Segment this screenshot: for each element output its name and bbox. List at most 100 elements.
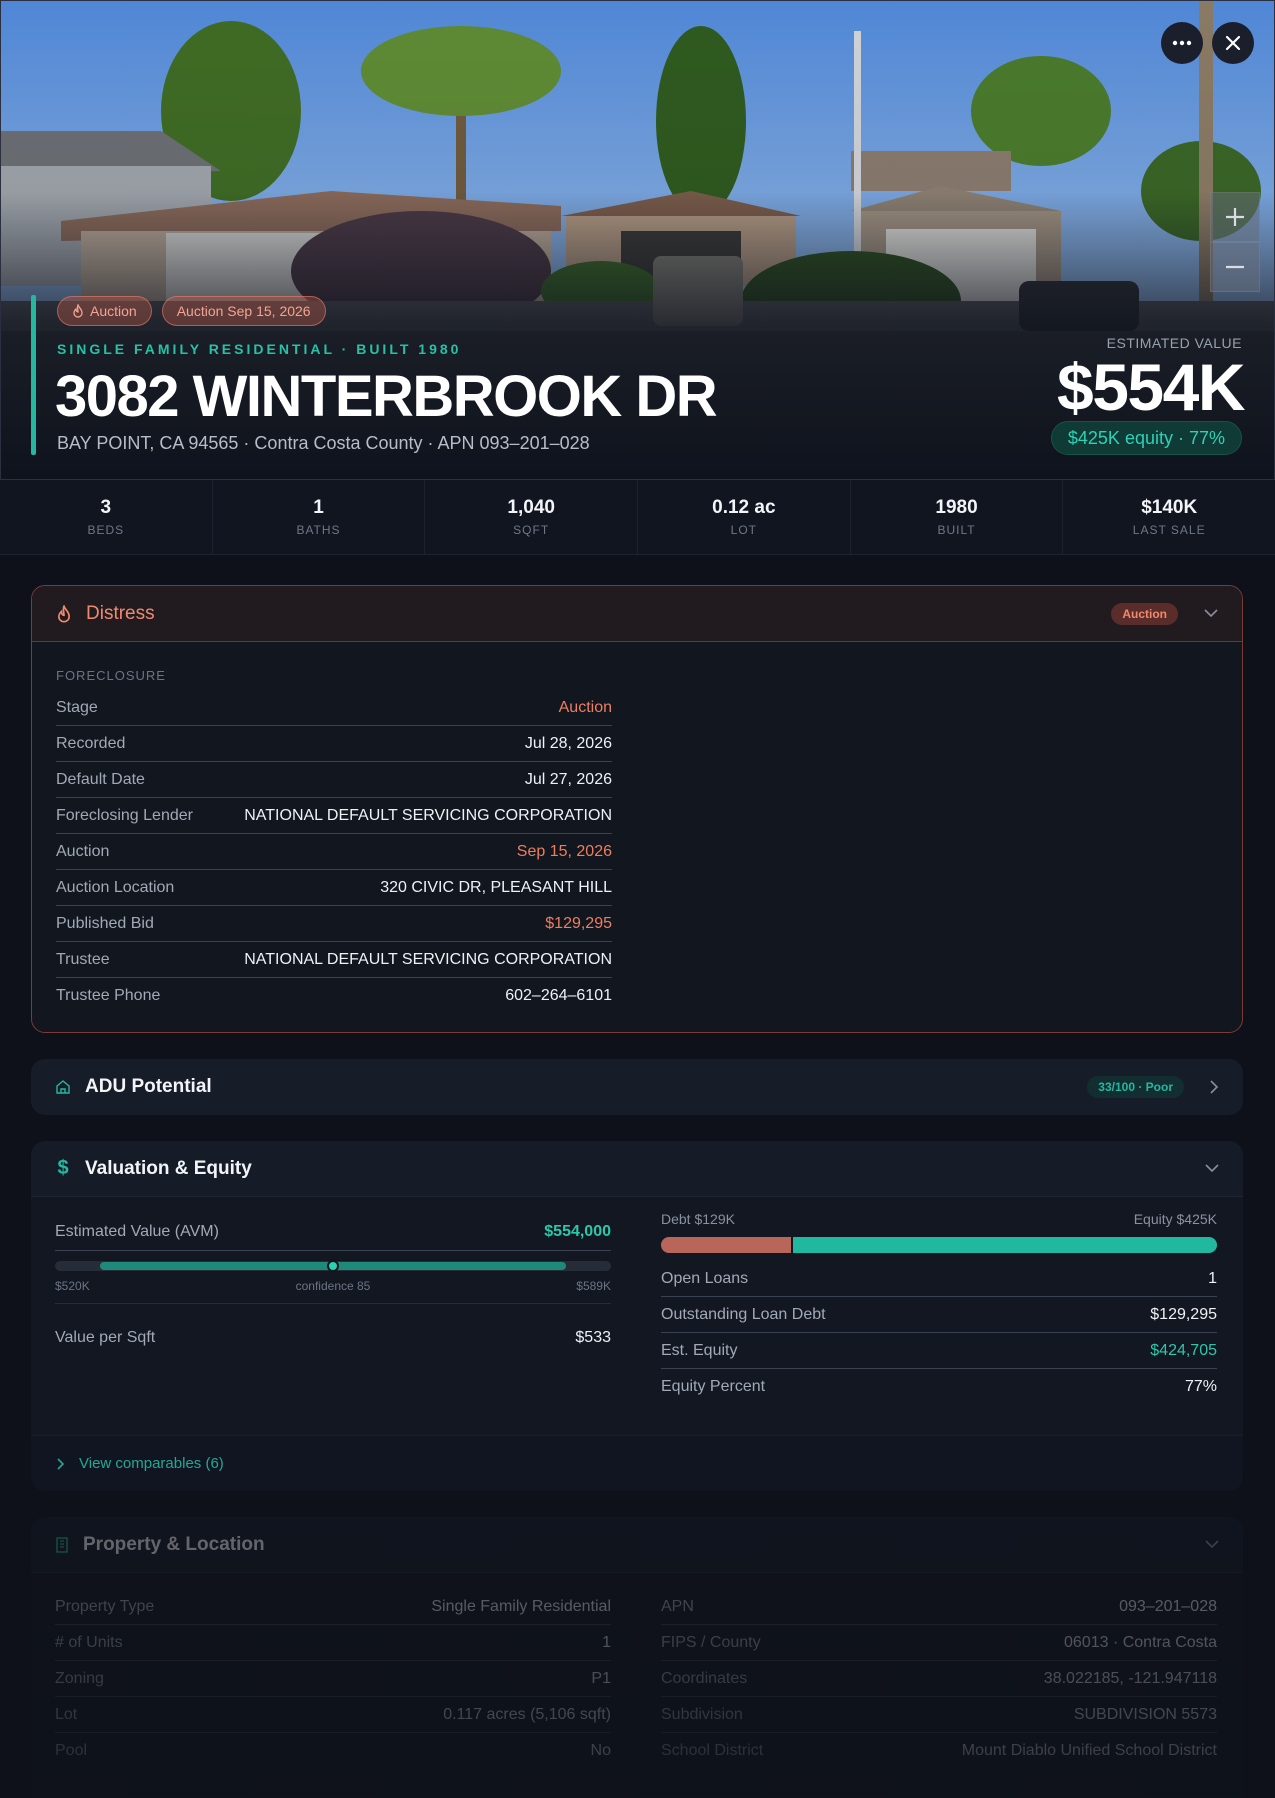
foreclosure-details: FORECLOSURE Stage Auction Recorded Jul 28,… — [56, 660, 612, 1014]
row-value: $554,000 — [544, 1222, 611, 1240]
detail-row: Property Type Single Family Residential — [55, 1589, 611, 1625]
stat-label: BUILT — [937, 523, 976, 537]
row-key: Auction — [56, 842, 110, 860]
row-value: 0.117 acres (5,106 sqft) — [443, 1705, 611, 1723]
avm-marker — [327, 1260, 339, 1272]
detail-row: # of Units 1 — [55, 1625, 611, 1661]
more-options-button[interactable] — [1161, 22, 1203, 64]
row-key: Estimated Value (AVM) — [55, 1222, 219, 1240]
status-pills: Auction Auction Sep 15, 2026 — [57, 296, 326, 326]
adu-header[interactable]: ADU Potential 33/100 · Poor — [31, 1059, 1243, 1115]
stat-value: 1 — [313, 497, 324, 518]
row-value: $129,295 — [545, 914, 612, 932]
zoom-in-button[interactable] — [1210, 192, 1260, 242]
property-address: 3082 WINTERBROOK DR — [55, 364, 718, 429]
row-key: Default Date — [56, 770, 145, 788]
row-key: Equity Percent — [661, 1378, 766, 1395]
minus-icon — [1226, 265, 1244, 269]
row-key: Foreclosing Lender — [56, 806, 193, 824]
row-value: No — [590, 1742, 611, 1759]
row-value: 093–201–028 — [1119, 1597, 1217, 1615]
close-button[interactable] — [1212, 22, 1254, 64]
row-value: Auction — [558, 698, 612, 716]
row-key: School District — [661, 1742, 764, 1759]
row-key: Est. Equity — [661, 1341, 738, 1359]
hero-photo: Auction Auction Sep 15, 2026 SINGLE FAMI… — [0, 0, 1275, 480]
row-value: 320 CIVIC DR, PLEASANT HILL — [380, 878, 612, 896]
detail-row: Trustee Phone 602–264–6101 — [56, 978, 612, 1014]
row-value: $533 — [575, 1329, 611, 1346]
row-value: 77% — [1184, 1378, 1217, 1395]
distress-tag: Auction — [1111, 602, 1178, 625]
row-key: Trustee Phone — [56, 987, 161, 1004]
row-key: Subdivision — [661, 1705, 743, 1723]
auction-pill-label: Auction — [90, 303, 137, 319]
row-value: 1 — [1208, 1269, 1217, 1287]
row-value: Mount Diablo Unified School District — [961, 1742, 1217, 1759]
detail-row: Recorded Jul 28, 2026 — [56, 726, 612, 762]
row-value: 06013 · Contra Costa — [1064, 1633, 1217, 1651]
auction-date-pill[interactable]: Auction Sep 15, 2026 — [161, 296, 326, 326]
distress-title: Distress — [86, 602, 155, 624]
property-detail-page: Auction Auction Sep 15, 2026 SINGLE FAMI… — [0, 0, 1275, 1798]
avm-row: Estimated Value (AVM) $554,000 — [55, 1213, 611, 1251]
chevron-down-icon[interactable] — [1204, 609, 1218, 618]
row-value: SUBDIVISION 5573 — [1073, 1705, 1217, 1723]
row-key: Zoning — [55, 1669, 104, 1687]
detail-row: Trustee NATIONAL DEFAULT SERVICING CORPOR… — [56, 942, 612, 978]
chevron-down-icon[interactable] — [1205, 1164, 1219, 1173]
row-key: Value per Sqft — [55, 1329, 156, 1346]
stat-baths: 1 BATHS — [213, 480, 426, 554]
adu-title: ADU Potential — [85, 1076, 212, 1097]
row-value: $129,295 — [1150, 1305, 1217, 1323]
detail-row: Published Bid $129,295 — [56, 906, 612, 942]
property-left-column: Property Type Single Family Residential #… — [55, 1589, 611, 1769]
equity-label: Equity $425K — [1133, 1211, 1217, 1227]
chevron-down-icon[interactable] — [1205, 1540, 1219, 1549]
stat-label: BATHS — [296, 523, 341, 537]
row-key: # of Units — [55, 1633, 123, 1651]
valuation-title: Valuation & Equity — [85, 1157, 252, 1179]
row-key: Recorded — [56, 734, 126, 752]
detail-row: School District Mount Diablo Unified Scho… — [661, 1733, 1217, 1769]
value-per-sqft-row: Value per Sqft $533 — [55, 1320, 611, 1356]
valuation-equity-card: $ Valuation & Equity Estimated Value (AV… — [31, 1141, 1243, 1491]
view-comparables-label: View comparables (6) — [79, 1455, 224, 1472]
row-key: Stage — [56, 698, 98, 716]
equity-badge: $425K equity · 77% — [1050, 421, 1242, 455]
row-value: Sep 15, 2026 — [516, 842, 612, 860]
avm-section: Estimated Value (AVM) $554,000 $520K conf… — [55, 1213, 611, 1356]
row-key: FIPS / County — [661, 1633, 761, 1651]
debt-label: Debt $129K — [661, 1211, 735, 1227]
range-low: $520K — [55, 1279, 90, 1293]
stat-value: 0.12 ac — [712, 497, 776, 518]
detail-row: APN 093–201–028 — [661, 1589, 1217, 1625]
estimated-value: $554K — [1057, 350, 1246, 424]
chevron-right-icon[interactable] — [1210, 1080, 1219, 1094]
zoom-out-button[interactable] — [1210, 242, 1260, 292]
stat-label: LOT — [730, 523, 758, 537]
flame-icon — [73, 304, 83, 318]
row-value: NATIONAL DEFAULT SERVICING CORPORATION — [244, 806, 612, 824]
property-header[interactable]: Property & Location — [31, 1517, 1243, 1573]
detail-row: Stage Auction — [56, 690, 612, 726]
auction-pill[interactable]: Auction — [57, 296, 152, 326]
row-value: Jul 28, 2026 — [524, 734, 612, 752]
hero-accent-bar — [31, 295, 36, 455]
adu-potential-card[interactable]: ADU Potential 33/100 · Poor — [31, 1059, 1243, 1115]
row-value: 602–264–6101 — [505, 987, 612, 1004]
distress-header[interactable]: Distress Auction — [32, 586, 1242, 642]
view-comparables-link[interactable]: View comparables (6) — [31, 1435, 1243, 1491]
avm-range-labels: $520K confidence 85 $589K — [55, 1279, 611, 1304]
row-key: Trustee — [56, 950, 110, 968]
property-title: Property & Location — [83, 1533, 265, 1555]
detail-row: Foreclosing Lender NATIONAL DEFAULT SERVI… — [56, 798, 612, 834]
detail-row: Open Loans 1 — [661, 1261, 1217, 1297]
stat-value: $140K — [1141, 497, 1198, 518]
row-key: Outstanding Loan Debt — [661, 1305, 826, 1323]
valuation-header[interactable]: $ Valuation & Equity — [31, 1141, 1243, 1197]
stat-last-sale: $140K LAST SALE — [1063, 480, 1275, 554]
detail-row: Est. Equity $424,705 — [661, 1333, 1217, 1369]
row-key: Pool — [55, 1742, 88, 1759]
building-icon — [56, 1536, 68, 1553]
